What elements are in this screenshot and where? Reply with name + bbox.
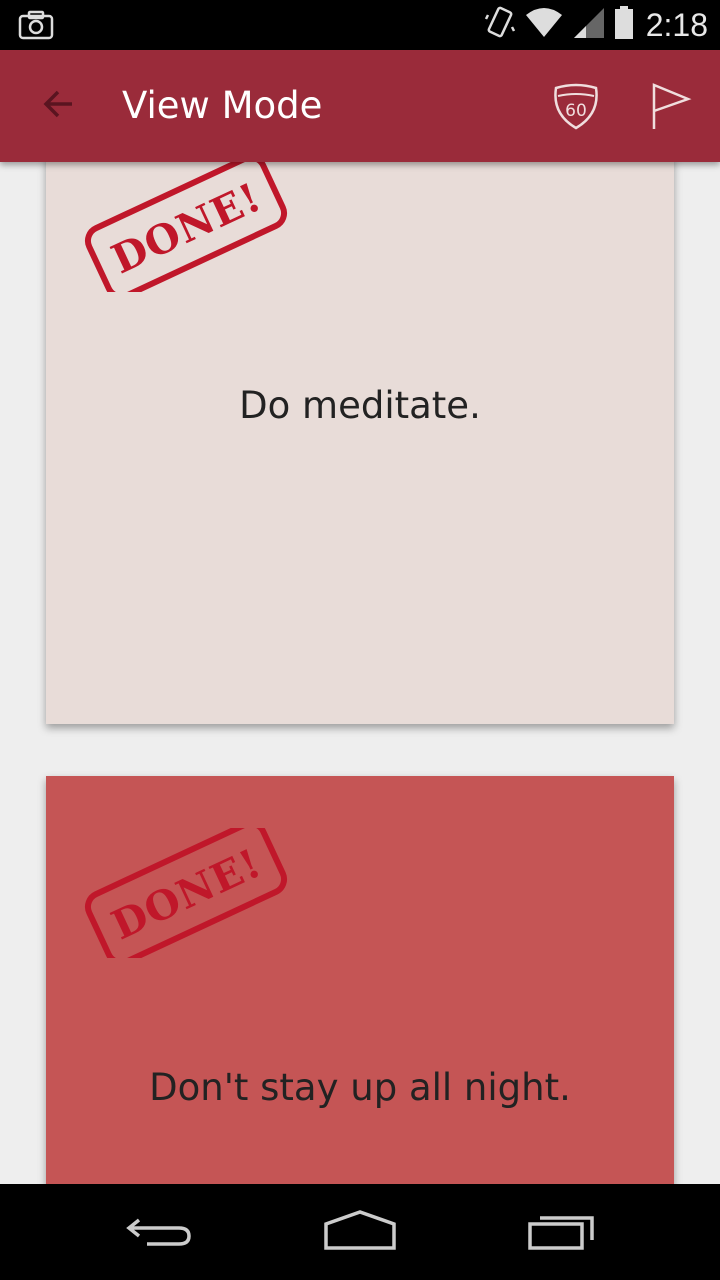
arrow-back-icon <box>38 84 78 129</box>
nav-back-icon <box>125 1210 195 1255</box>
vibrate-icon <box>484 5 524 46</box>
nav-recents-button[interactable] <box>517 1202 607 1262</box>
card-text: Don't stay up all night. <box>149 1066 571 1109</box>
signal-icon <box>572 6 614 45</box>
nav-home-button[interactable] <box>315 1202 405 1262</box>
back-button[interactable] <box>30 78 86 134</box>
sixty-badge-button[interactable]: 60 <box>546 78 606 138</box>
done-stamp-icon: DONE! <box>84 828 288 958</box>
flag-icon <box>648 81 692 136</box>
nav-back-button[interactable] <box>115 1202 205 1262</box>
screenshot-icon <box>18 10 54 45</box>
card-list[interactable]: DONE! Do meditate. DONE! Don't stay up a… <box>0 162 720 1184</box>
clock: 2:18 <box>645 6 708 43</box>
card-item[interactable]: DONE! Don't stay up all night. <box>46 776 674 1184</box>
app-bar: View Mode 60 <box>0 50 720 162</box>
status-bar: 2:18 <box>0 0 720 50</box>
battery-icon <box>614 5 642 45</box>
interstate-shield-icon: 60 <box>550 80 602 137</box>
nav-home-icon <box>322 1208 398 1257</box>
card-item[interactable]: DONE! Do meditate. <box>46 162 674 724</box>
badge-label: 60 <box>565 101 587 121</box>
nav-recents-icon <box>526 1208 598 1257</box>
card-text: Do meditate. <box>239 384 481 427</box>
page-title: View Mode <box>122 84 323 127</box>
done-stamp-icon: DONE! <box>84 162 288 292</box>
navigation-bar <box>0 1184 720 1280</box>
wifi-icon <box>524 7 572 44</box>
flag-button[interactable] <box>640 78 700 138</box>
